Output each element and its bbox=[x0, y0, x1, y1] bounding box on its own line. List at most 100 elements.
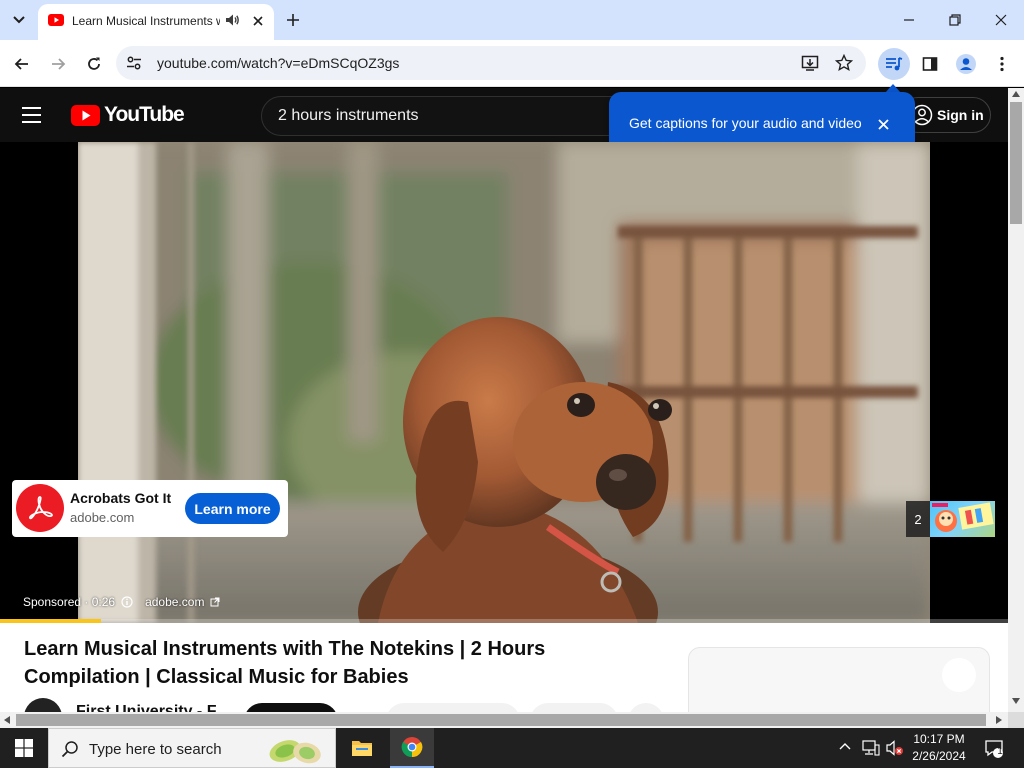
vertical-scroll-thumb[interactable] bbox=[1010, 102, 1022, 224]
volume-muted-icon[interactable] bbox=[886, 740, 904, 756]
windows-taskbar: Type here to search 10:17 PM 2/26/2024 1 bbox=[0, 728, 1024, 768]
learn-more-button[interactable]: Learn more bbox=[185, 493, 280, 524]
account-icon bbox=[956, 54, 976, 74]
reload-button[interactable] bbox=[79, 49, 109, 79]
network-icon[interactable] bbox=[862, 740, 880, 756]
url-text: youtube.com/watch?v=eDmSCqOZ3gs bbox=[157, 55, 400, 71]
scroll-up-arrow-icon[interactable] bbox=[1012, 91, 1020, 97]
secondary-panel-card bbox=[688, 647, 990, 713]
back-button[interactable] bbox=[7, 49, 37, 79]
ad-link-domain[interactable]: adobe.com bbox=[145, 595, 204, 609]
show-hidden-icons-chevron-icon[interactable] bbox=[839, 742, 851, 750]
folder-icon bbox=[352, 741, 372, 756]
arrow-right-icon bbox=[52, 58, 66, 70]
action-center-button[interactable]: 1 bbox=[982, 736, 1006, 760]
horizontal-scroll-thumb[interactable] bbox=[16, 714, 986, 726]
youtube-logo[interactable]: YouTube bbox=[71, 103, 185, 127]
minimize-button[interactable] bbox=[886, 4, 932, 36]
install-icon bbox=[801, 55, 819, 71]
next-ad-thumbnail[interactable] bbox=[930, 501, 995, 537]
watch-page-content: Learn Musical Instruments with The Notek… bbox=[0, 623, 1008, 713]
star-icon bbox=[835, 54, 853, 72]
vertical-scrollbar[interactable] bbox=[1008, 88, 1024, 713]
arrow-left-icon bbox=[14, 58, 28, 70]
horizontal-scrollbar[interactable] bbox=[0, 712, 1008, 728]
captions-bubble-close-button[interactable] bbox=[873, 114, 893, 134]
minimize-icon bbox=[904, 19, 914, 21]
youtube-logo-text: YouTube bbox=[104, 103, 185, 126]
tab-title: Learn Musical Instruments w bbox=[72, 14, 220, 28]
scroll-down-arrow-icon[interactable] bbox=[1012, 698, 1020, 704]
ad-overlay-card[interactable]: Acrobats Got It adobe.com Learn more bbox=[12, 480, 288, 537]
captions-promo-text: Get captions for your audio and video bbox=[629, 115, 862, 131]
taskbar-search-box[interactable]: Type here to search bbox=[48, 728, 336, 768]
restore-button[interactable] bbox=[932, 4, 978, 36]
taskbar-file-explorer[interactable] bbox=[340, 728, 384, 768]
video-player[interactable] bbox=[0, 142, 1008, 623]
hamburger-line bbox=[22, 121, 41, 123]
youtube-play-logo-icon bbox=[71, 104, 100, 126]
browser-tab[interactable]: Learn Musical Instruments w bbox=[38, 4, 274, 40]
guide-menu-button[interactable] bbox=[22, 102, 50, 128]
clock-time: 10:17 PM bbox=[913, 732, 965, 746]
windows-logo-icon bbox=[15, 739, 33, 757]
bookmark-star-button[interactable] bbox=[832, 51, 856, 75]
close-icon bbox=[995, 14, 1007, 26]
cartoon-thumbnail-image bbox=[932, 502, 994, 532]
scroll-right-arrow-icon[interactable] bbox=[996, 716, 1002, 724]
hamburger-line bbox=[22, 114, 41, 116]
restore-icon bbox=[949, 14, 961, 26]
speaker-audio-playing-icon[interactable] bbox=[224, 12, 240, 28]
site-info-tune-icon[interactable] bbox=[122, 51, 146, 75]
channel-avatar[interactable] bbox=[24, 698, 62, 713]
profile-button[interactable] bbox=[951, 49, 981, 79]
panel-avatar-placeholder bbox=[942, 658, 976, 692]
ad-queue-count: 2 bbox=[906, 501, 930, 537]
ad-info-bar: Sponsored · 0:26 adobe.com bbox=[23, 595, 220, 609]
tab-close-button[interactable] bbox=[248, 11, 268, 31]
media-control-button[interactable] bbox=[878, 48, 910, 80]
sponsored-label: Sponsored · 0:26 bbox=[23, 595, 116, 609]
taskbar-clock[interactable]: 10:17 PM 2/26/2024 bbox=[906, 731, 972, 765]
more-vertical-icon bbox=[1000, 56, 1004, 72]
chevron-down-icon bbox=[13, 16, 25, 24]
queue-music-icon bbox=[886, 57, 903, 71]
hamburger-line bbox=[22, 107, 41, 109]
scroll-left-arrow-icon[interactable] bbox=[4, 716, 10, 724]
video-frame[interactable] bbox=[78, 142, 930, 623]
side-panel-icon bbox=[922, 57, 938, 71]
plus-icon bbox=[287, 14, 299, 26]
taskbar-chrome[interactable] bbox=[390, 728, 434, 768]
tab-search-dropdown-button[interactable] bbox=[6, 7, 32, 33]
open-external-icon[interactable] bbox=[210, 597, 220, 607]
install-app-button[interactable] bbox=[798, 51, 822, 75]
browser-toolbar: youtube.com/watch?v=eDmSCqOZ3gs bbox=[0, 40, 1024, 87]
close-window-button[interactable] bbox=[978, 4, 1024, 36]
adobe-acrobat-logo-icon bbox=[16, 484, 64, 532]
start-button[interactable] bbox=[0, 728, 48, 768]
close-icon bbox=[877, 118, 889, 130]
notification-count: 1 bbox=[997, 746, 1003, 757]
video-title: Learn Musical Instruments with The Notek… bbox=[24, 638, 546, 688]
address-bar[interactable]: youtube.com/watch?v=eDmSCqOZ3gs bbox=[116, 46, 866, 80]
dachshund-video-still bbox=[78, 142, 930, 623]
side-panel-button[interactable] bbox=[915, 49, 945, 79]
close-icon bbox=[253, 16, 263, 26]
info-icon[interactable] bbox=[121, 596, 133, 608]
clock-date: 2/26/2024 bbox=[912, 749, 966, 763]
chrome-menu-button[interactable] bbox=[987, 49, 1017, 79]
search-icon bbox=[61, 741, 78, 758]
search-query-text: 2 hours instruments bbox=[278, 107, 419, 124]
scrollbar-corner bbox=[1008, 712, 1024, 728]
search-input[interactable]: 2 hours instruments bbox=[261, 96, 641, 136]
youtube-favicon-icon bbox=[48, 14, 64, 26]
taskbar-search-placeholder: Type here to search bbox=[89, 741, 222, 758]
chrome-logo-icon bbox=[401, 737, 423, 758]
ad-domain: adobe.com bbox=[70, 510, 135, 525]
sign-in-label: Sign in bbox=[937, 107, 984, 123]
ad-title: Acrobats Got It bbox=[70, 490, 172, 506]
forward-button[interactable] bbox=[43, 49, 73, 79]
tab-strip: Learn Musical Instruments w bbox=[0, 0, 1024, 40]
reload-icon bbox=[88, 57, 100, 70]
new-tab-button[interactable] bbox=[281, 8, 305, 32]
